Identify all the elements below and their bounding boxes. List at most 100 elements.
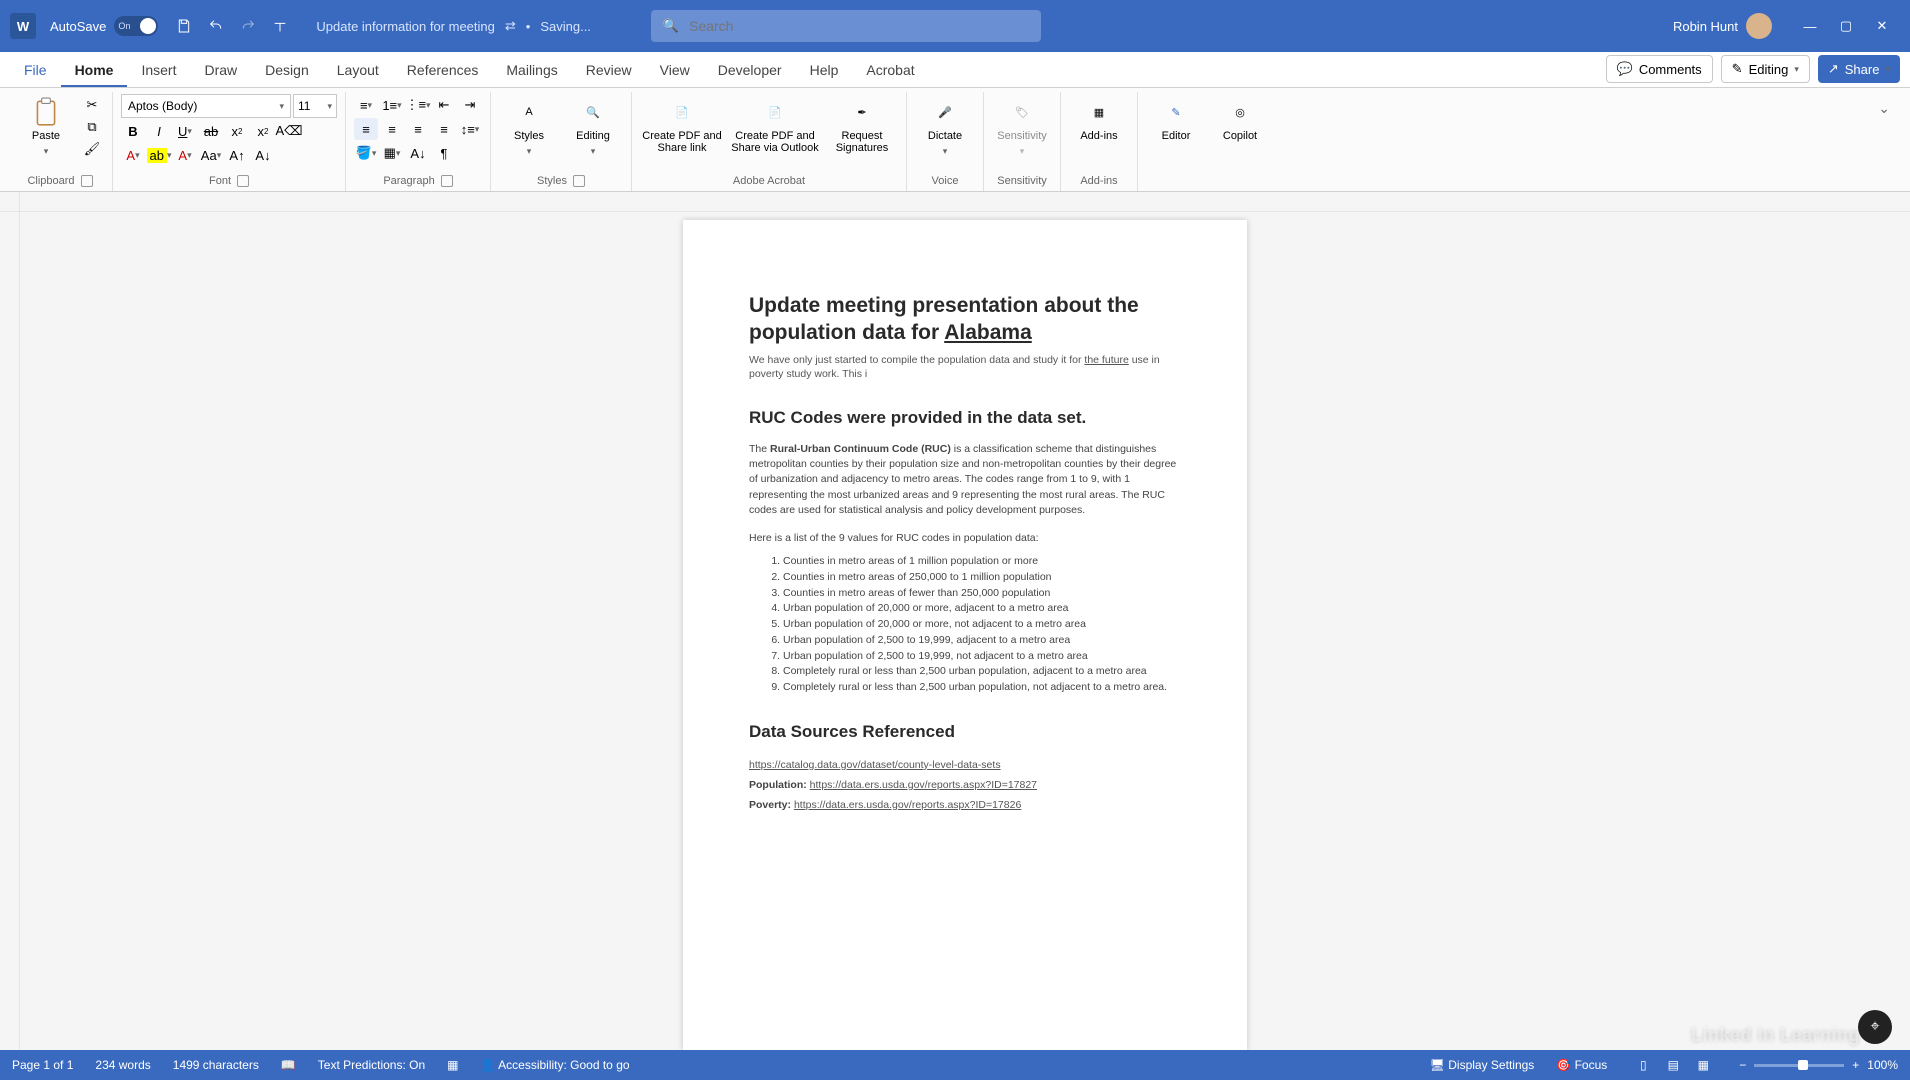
copy-button[interactable]: ⧉ [80,116,104,138]
borders-button[interactable]: ▦▾ [380,142,404,164]
editing-mode-button[interactable]: ✎Editing▾ [1721,55,1810,83]
read-mode-button[interactable]: ▯ [1629,1054,1657,1076]
account-button[interactable]: Robin Hunt [1673,13,1772,39]
vertical-ruler[interactable] [0,212,20,1050]
sort-button[interactable]: A↓ [406,142,430,164]
create-pdf-sharelink-button[interactable]: 📄Create PDF and Share link [640,94,724,158]
zoom-in-icon[interactable]: + [1852,1058,1859,1072]
decrease-indent-button[interactable]: ⇤ [432,94,456,116]
dialog-launcher-icon[interactable] [237,175,249,187]
page[interactable]: Update meeting presentation about the po… [683,220,1247,1050]
redo-icon[interactable] [234,12,262,40]
tab-mailings[interactable]: Mailings [492,54,571,87]
accessibility-status[interactable]: 👤 Accessibility: Good to go [481,1058,630,1072]
grow-font-button[interactable]: A↑ [225,144,249,166]
paste-button[interactable]: Paste ▾ [16,94,76,161]
request-signatures-button[interactable]: ✒Request Signatures [826,94,898,158]
zoom-control[interactable]: − + 100% [1739,1058,1898,1072]
comments-button[interactable]: 💬Comments [1606,55,1713,83]
create-pdf-outlook-button[interactable]: 📄Create PDF and Share via Outlook [728,94,822,158]
link-dataset[interactable]: https://catalog.data.gov/dataset/county-… [749,759,1001,771]
text-effects-button[interactable]: A▾ [173,144,197,166]
bold-button[interactable]: B [121,120,145,142]
clear-formatting-button[interactable]: A⌫ [277,120,301,142]
focus-mode[interactable]: 🎯 Focus [1556,1058,1607,1072]
align-left-button[interactable]: ≡ [354,118,378,140]
horizontal-ruler[interactable] [20,192,1910,211]
multilevel-list-button[interactable]: ⋮≡▾ [406,94,430,116]
zoom-slider[interactable] [1754,1064,1844,1067]
font-name-combo[interactable]: Aptos (Body)▾ [121,94,291,118]
dialog-launcher-icon[interactable] [441,175,453,187]
increase-indent-button[interactable]: ⇥ [458,94,482,116]
tab-home[interactable]: Home [61,54,128,87]
search-input[interactable] [689,18,1029,34]
qat-customize-icon[interactable] [266,12,294,40]
tab-review[interactable]: Review [572,54,646,87]
restore-button[interactable]: ▢ [1828,8,1864,44]
underline-button[interactable]: U▾ [173,120,197,142]
share-button[interactable]: ↗Share▾ [1818,55,1900,83]
styles-button[interactable]: AStyles▾ [499,94,559,161]
save-icon[interactable] [170,12,198,40]
macro-icon[interactable]: ▦ [447,1058,458,1072]
display-settings[interactable]: 🖥 Display Settings [1430,1058,1535,1072]
format-painter-button[interactable]: 🖌 [80,138,104,160]
addins-button[interactable]: ▦Add-ins [1069,94,1129,146]
font-color-button[interactable]: A▾ [121,144,145,166]
dictate-button[interactable]: 🎤Dictate▾ [915,94,975,161]
tab-view[interactable]: View [646,54,704,87]
editing-button[interactable]: 🔍Editing▾ [563,94,623,161]
change-case-button[interactable]: Aa▾ [199,144,223,166]
line-spacing-button[interactable]: ↕≡▾ [458,118,482,140]
character-count[interactable]: 1499 characters [173,1058,259,1072]
align-center-button[interactable]: ≡ [380,118,404,140]
shrink-font-button[interactable]: A↓ [251,144,275,166]
document-scroll-area[interactable]: Update meeting presentation about the po… [20,212,1910,1050]
tab-developer[interactable]: Developer [704,54,796,87]
tab-design[interactable]: Design [251,54,323,87]
strikethrough-button[interactable]: ab [199,120,223,142]
toggle-switch[interactable]: On [114,16,158,36]
zoom-out-icon[interactable]: − [1739,1058,1746,1072]
collapse-ribbon-icon[interactable]: ⌄ [1866,92,1902,191]
justify-button[interactable]: ≡ [432,118,456,140]
page-indicator[interactable]: Page 1 of 1 [12,1058,73,1072]
document-title[interactable]: Update information for meeting [316,19,494,34]
search-box[interactable]: 🔍 [651,10,1041,42]
zoom-percent[interactable]: 100% [1867,1058,1898,1072]
show-marks-button[interactable]: ¶ [432,142,456,164]
copilot-button[interactable]: ◎Copilot [1210,94,1270,146]
link-population[interactable]: https://data.ers.usda.gov/reports.aspx?I… [810,779,1037,791]
italic-button[interactable]: I [147,120,171,142]
link-poverty[interactable]: https://data.ers.usda.gov/reports.aspx?I… [794,799,1021,811]
tab-help[interactable]: Help [796,54,853,87]
tab-references[interactable]: References [393,54,493,87]
tab-file[interactable]: File [10,54,61,87]
cut-button[interactable]: ✂ [80,94,104,116]
tab-acrobat[interactable]: Acrobat [852,54,928,87]
superscript-button[interactable]: x2 [251,120,275,142]
align-right-button[interactable]: ≡ [406,118,430,140]
highlight-button[interactable]: ab▾ [147,144,171,166]
minimize-button[interactable]: — [1792,8,1828,44]
tab-layout[interactable]: Layout [323,54,393,87]
autosave-toggle[interactable]: AutoSave On [50,16,158,36]
spellcheck-icon[interactable]: 📖 [281,1058,296,1072]
tab-draw[interactable]: Draw [190,54,251,87]
web-layout-button[interactable]: ▦ [1689,1054,1717,1076]
tab-insert[interactable]: Insert [127,54,190,87]
shading-button[interactable]: 🪣▾ [354,142,378,164]
print-layout-button[interactable]: ▤ [1659,1054,1687,1076]
bullets-button[interactable]: ≡▾ [354,94,378,116]
word-count[interactable]: 234 words [95,1058,150,1072]
dialog-launcher-icon[interactable] [81,175,93,187]
subscript-button[interactable]: x2 [225,120,249,142]
help-fab[interactable]: ⌖ [1858,1010,1892,1044]
editor-button[interactable]: ✎Editor [1146,94,1206,146]
text-predictions[interactable]: Text Predictions: On [318,1058,425,1072]
font-size-combo[interactable]: 11▾ [293,94,337,118]
close-button[interactable]: ✕ [1864,8,1900,44]
dialog-launcher-icon[interactable] [573,175,585,187]
undo-icon[interactable] [202,12,230,40]
